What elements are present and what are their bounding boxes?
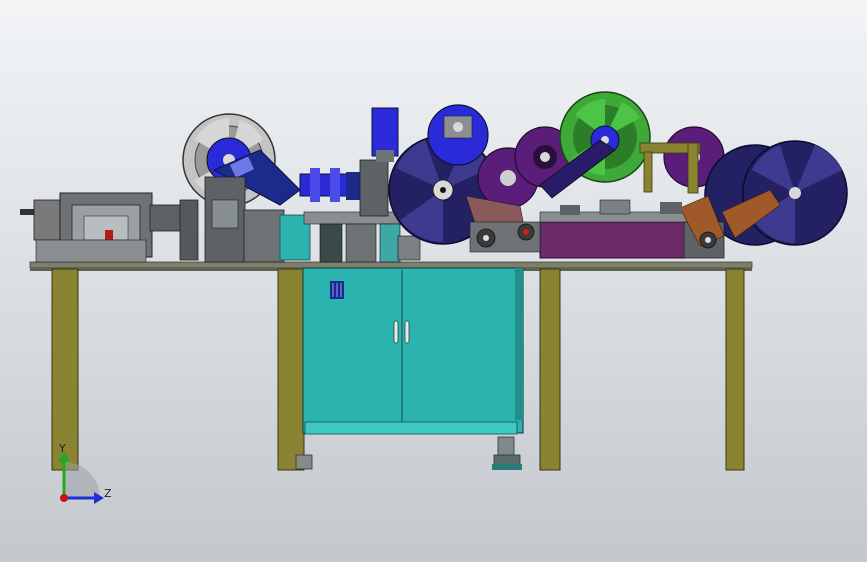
axis-label-y: Y (59, 442, 66, 455)
coordinate-axis-triad (58, 452, 104, 504)
cad-viewport[interactable]: Y Z (0, 0, 867, 562)
axis-origin-marker (60, 494, 68, 502)
table-leg-left (51, 268, 79, 471)
table-top (29, 261, 753, 269)
cabinet-handle-right (404, 320, 410, 344)
table-leg-center-right (539, 268, 561, 471)
reel-blue-top (427, 104, 489, 166)
leveling-feet (295, 436, 522, 470)
machine-assembly-drawing (20, 91, 848, 504)
axis-label-z: Z (104, 487, 112, 500)
left-feeder-module (20, 192, 199, 263)
table-leg-center-left (277, 268, 305, 471)
electrical-cabinet (302, 267, 524, 435)
table-leg-right (725, 268, 745, 471)
cabinet-handle-left (393, 320, 399, 344)
